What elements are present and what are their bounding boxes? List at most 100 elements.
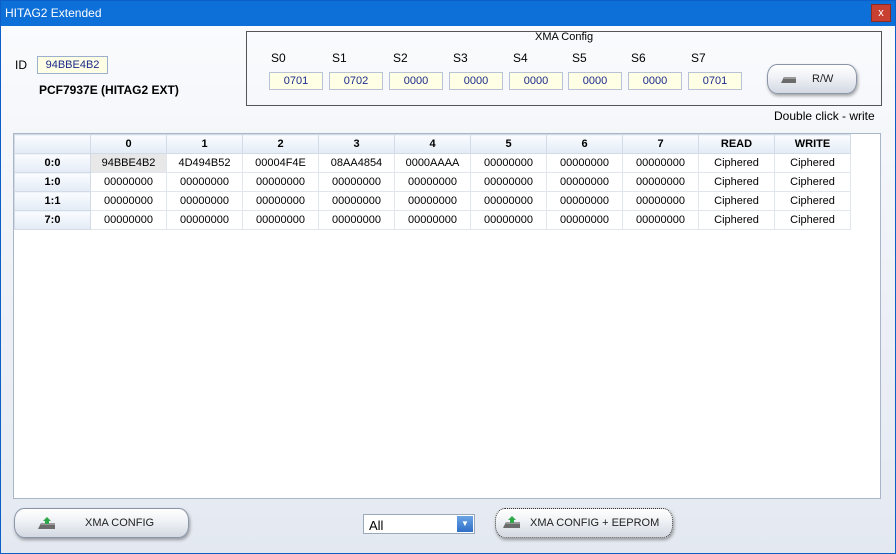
grid-cell[interactable]: 00000000 [470,153,547,173]
id-field[interactable]: 94BBE4B2 [37,56,108,74]
grid-cell[interactable]: 08AA4854 [318,153,395,173]
write-cell[interactable]: Ciphered [774,210,851,230]
write-cell[interactable]: Ciphered [774,191,851,211]
grid-cell[interactable]: 00000000 [242,191,319,211]
grid-cell[interactable]: 00000000 [318,210,395,230]
chip-upload-icon [38,517,55,529]
close-button[interactable]: x [871,4,891,22]
main-window: HITAG2 Extended x ID 94BBE4B2 PCF7937E (… [0,0,896,554]
grid-cell[interactable]: 00000000 [622,172,699,192]
slot-label-s2: S2 [393,51,408,65]
chip-type-label: PCF7937E (HITAG2 EXT) [39,83,179,97]
xma-config-group: XMA Config S0 S1 S2 S3 S4 S5 S6 S7 0701 … [246,31,882,106]
grid-cell[interactable]: 00000000 [622,191,699,211]
slot-input-s4[interactable]: 0000 [509,72,563,90]
memory-grid: 0 1 2 3 4 5 6 7 READ WRITE 0:0 94BBE4B2 … [14,134,851,230]
grid-cell[interactable]: 00000000 [470,172,547,192]
table-row: 1:0 00000000 00000000 00000000 00000000 … [14,172,851,192]
column-header[interactable]: 3 [318,134,395,154]
slot-input-s7[interactable]: 0701 [688,72,742,90]
xma-config-eeprom-button-label: XMA CONFIG + EEPROM [530,517,660,529]
grid-cell[interactable]: 00000000 [546,172,623,192]
slot-input-s6[interactable]: 0000 [628,72,682,90]
grid-cell[interactable]: 00000000 [394,210,471,230]
slot-label-s4: S4 [513,51,528,65]
grid-cell[interactable]: 00000000 [90,191,167,211]
column-header-read[interactable]: READ [698,134,775,154]
xma-config-button-label: XMA CONFIG [85,517,155,529]
row-header[interactable]: 1:0 [14,172,91,192]
slot-label-s0: S0 [271,51,286,65]
read-cell[interactable]: Ciphered [698,153,775,173]
grid-cell[interactable]: 00000000 [166,210,243,230]
grid-cell[interactable]: 00000000 [394,191,471,211]
slot-label-s3: S3 [453,51,468,65]
window-title: HITAG2 Extended [5,6,102,20]
slot-input-s3[interactable]: 0000 [449,72,503,90]
column-header[interactable]: 6 [546,134,623,154]
grid-cell[interactable]: 00000000 [470,191,547,211]
grid-cell[interactable]: 00000000 [318,172,395,192]
slot-label-s7: S7 [691,51,706,65]
block-filter-value: All [369,518,384,533]
grid-cell[interactable]: 00000000 [166,191,243,211]
grid-cell[interactable]: 0000AAAA [394,153,471,173]
column-header-write[interactable]: WRITE [774,134,851,154]
grid-header-row: 0 1 2 3 4 5 6 7 READ WRITE [14,134,851,154]
xma-config-button[interactable]: XMA CONFIG [14,508,189,538]
grid-cell[interactable]: 00000000 [394,172,471,192]
write-cell[interactable]: Ciphered [774,153,851,173]
read-cell[interactable]: Ciphered [698,191,775,211]
title-bar[interactable]: HITAG2 Extended x [1,1,895,26]
block-filter-select[interactable]: All ▼ [363,514,475,534]
write-cell[interactable]: Ciphered [774,172,851,192]
grid-cell[interactable]: 00000000 [166,172,243,192]
column-header[interactable]: 5 [470,134,547,154]
grid-cell[interactable]: 00000000 [242,210,319,230]
grid-cell[interactable]: 00000000 [622,153,699,173]
read-cell[interactable]: Ciphered [698,210,775,230]
grid-corner [14,134,91,154]
row-header[interactable]: 7:0 [14,210,91,230]
grid-cell[interactable]: 00000000 [622,210,699,230]
grid-cell[interactable]: 00000000 [318,191,395,211]
grid-cell[interactable]: 00000000 [546,191,623,211]
chevron-down-icon[interactable]: ▼ [457,516,473,532]
table-row: 7:0 00000000 00000000 00000000 00000000 … [14,210,851,230]
row-header[interactable]: 0:0 [14,153,91,173]
rw-button-label: R/W [812,73,834,85]
grid-cell[interactable]: 94BBE4B2 [90,153,167,173]
write-hint: Double click - write [774,109,875,123]
column-header[interactable]: 1 [166,134,243,154]
slot-label-s1: S1 [332,51,347,65]
grid-cell[interactable]: 00000000 [242,172,319,192]
memory-grid-panel: 0 1 2 3 4 5 6 7 READ WRITE 0:0 94BBE4B2 … [13,133,881,499]
column-header[interactable]: 2 [242,134,319,154]
column-header[interactable]: 0 [90,134,167,154]
table-row: 1:1 00000000 00000000 00000000 00000000 … [14,191,851,211]
grid-cell[interactable]: 00000000 [546,153,623,173]
column-header[interactable]: 4 [394,134,471,154]
row-header[interactable]: 1:1 [14,191,91,211]
chip-icon [781,77,796,83]
grid-cell[interactable]: 4D494B52 [166,153,243,173]
chip-upload-icon [503,516,520,528]
slot-input-s0[interactable]: 0701 [269,72,323,90]
grid-cell[interactable]: 00000000 [470,210,547,230]
grid-cell[interactable]: 00004F4E [242,153,319,173]
read-cell[interactable]: Ciphered [698,172,775,192]
slot-input-s1[interactable]: 0702 [329,72,383,90]
grid-cell[interactable]: 00000000 [546,210,623,230]
slot-input-s2[interactable]: 0000 [389,72,443,90]
column-header[interactable]: 7 [622,134,699,154]
slot-label-s5: S5 [572,51,587,65]
xma-config-legend: XMA Config [535,31,594,43]
grid-cell[interactable]: 00000000 [90,210,167,230]
grid-cell[interactable]: 00000000 [90,172,167,192]
slot-input-s5[interactable]: 0000 [568,72,622,90]
xma-config-eeprom-button[interactable]: XMA CONFIG + EEPROM [495,508,673,538]
rw-button[interactable]: R/W [767,64,857,94]
table-row: 0:0 94BBE4B2 4D494B52 00004F4E 08AA4854 … [14,153,851,173]
id-label: ID [15,58,27,72]
slot-label-s6: S6 [631,51,646,65]
